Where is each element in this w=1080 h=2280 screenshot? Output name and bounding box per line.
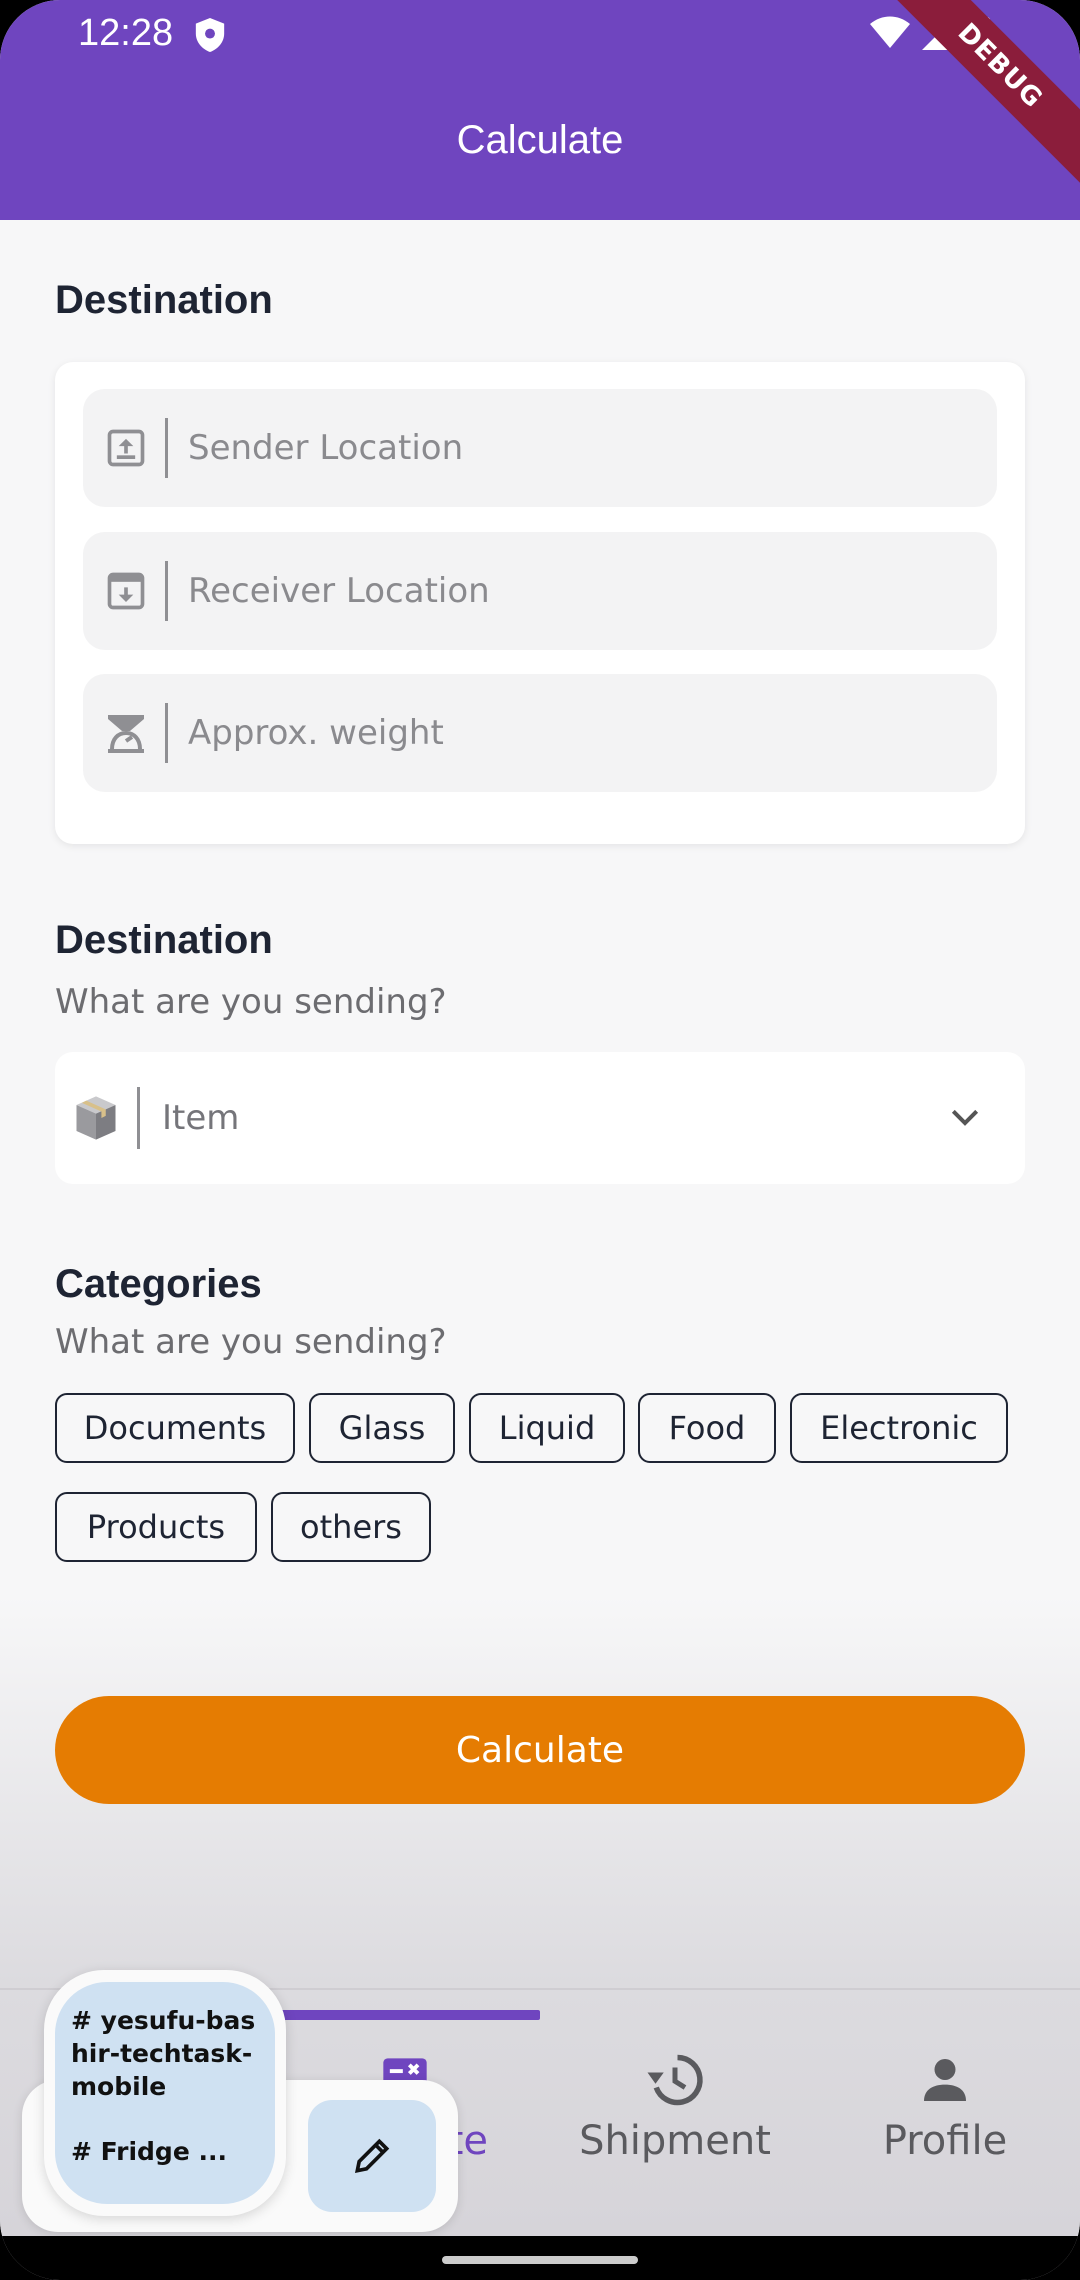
wifi-icon [870,16,910,48]
app-screen: 12:28 DEBUG Calculate Destination Sender… [0,0,1080,2280]
sender-location-field[interactable] [83,389,997,507]
nav-label-shipment: Shipment [579,2118,771,2164]
chip-glass[interactable]: Glass [309,1393,455,1463]
field-divider [165,561,168,621]
packaging-subtitle: What are you sending? [55,982,447,1022]
chip-liquid[interactable]: Liquid [469,1393,625,1463]
chip-others[interactable]: others [271,1492,431,1562]
weight-input[interactable] [188,713,888,753]
field-divider [137,1087,140,1149]
packaging-select[interactable]: Item [55,1052,1025,1184]
nav-label-profile: Profile [882,2118,1008,2164]
field-divider [165,703,168,763]
nav-active-indicator [270,2010,540,2020]
destination-title: Destination [55,278,273,322]
download-box-icon [91,532,161,650]
chip-documents[interactable]: Documents [55,1393,295,1463]
history-icon [540,2050,810,2110]
pencil-icon [354,2138,390,2174]
page-title: Calculate [456,118,624,162]
field-divider [165,418,168,478]
destination-card [55,362,1025,844]
categories-title: Categories [55,1262,262,1306]
upload-box-icon [91,389,161,507]
receiver-location-input[interactable] [188,571,888,611]
categories-subtitle: What are you sending? [55,1322,447,1362]
nav-item-shipment[interactable]: Shipment [540,2050,810,2164]
weight-field[interactable] [83,674,997,792]
note-line-2: # Fridge ... [71,2137,227,2166]
sender-location-input[interactable] [188,428,888,468]
note-bubble[interactable]: # yesufu-bas hir-techtask-mobile # Fridg… [55,1982,275,2204]
scale-icon [91,674,161,792]
status-time: 12:28 [78,12,174,54]
package-icon [61,1052,131,1184]
nav-item-profile[interactable]: Profile [810,2050,1080,2164]
packaging-title: Destination [55,918,273,962]
edit-button[interactable] [308,2100,436,2212]
app-bar: 12:28 DEBUG Calculate [0,0,1080,220]
chevron-down-icon[interactable] [925,1098,1005,1138]
receiver-location-field[interactable] [83,532,997,650]
calculate-button[interactable]: Calculate [55,1696,1025,1804]
shield-icon [195,18,225,52]
person-icon [810,2050,1080,2110]
chip-products[interactable]: Products [55,1492,257,1562]
chip-electronic[interactable]: Electronic [790,1393,1008,1463]
note-line-1: # yesufu-bas hir-techtask-mobile [71,2006,256,2101]
home-indicator[interactable] [442,2256,638,2264]
chip-food[interactable]: Food [638,1393,776,1463]
packaging-selected-value: Item [162,1098,240,1138]
